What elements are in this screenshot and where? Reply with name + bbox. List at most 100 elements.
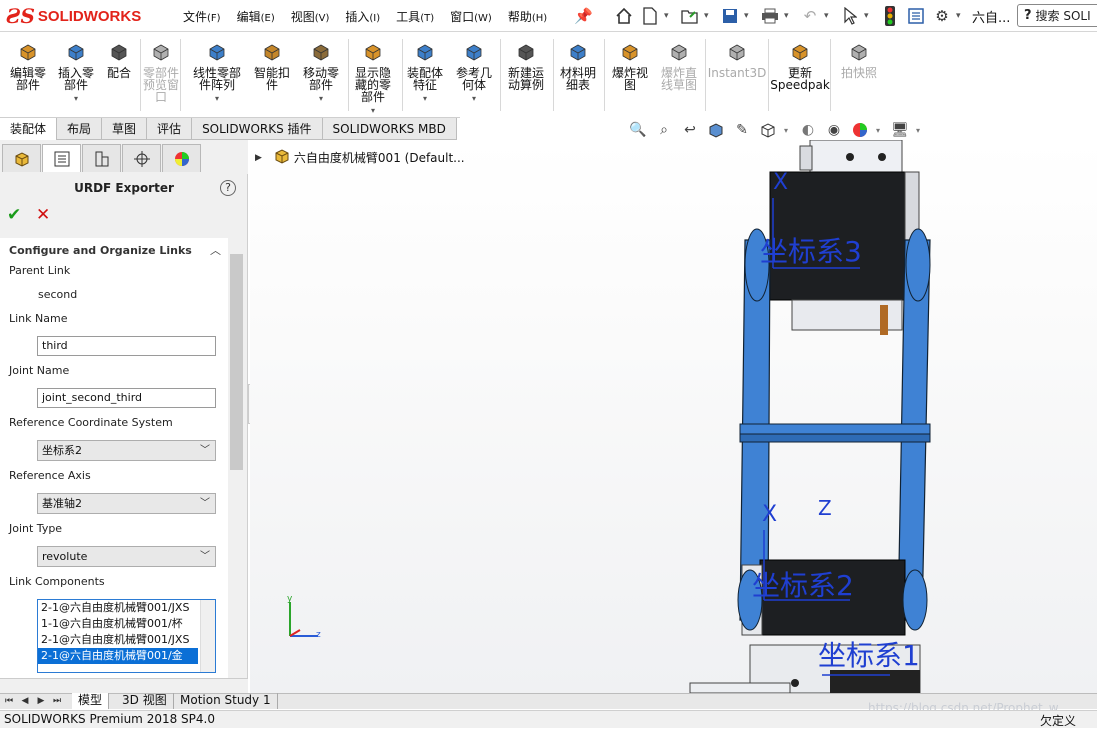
file-properties-icon[interactable]	[904, 4, 928, 28]
view-orientation-icon[interactable]	[758, 121, 778, 139]
select-arrow-icon[interactable]	[838, 4, 862, 28]
zoom-to-fit-icon[interactable]: 🔍	[628, 121, 648, 139]
ref-cs-select[interactable]: 坐标系2 ﹀	[37, 440, 216, 461]
dynamic-annotation-icon[interactable]: ✎	[732, 121, 752, 139]
solidworks-logo[interactable]: ƧS SOLIDWORKS	[6, 3, 156, 29]
ribbon-button-bill-of-materials[interactable]: 材料明 细表	[550, 41, 606, 91]
joint-type-select[interactable]: revolute ﹀	[37, 546, 216, 567]
menu-window[interactable]: 窗口(W)	[442, 8, 500, 25]
new-document-icon[interactable]	[638, 4, 662, 28]
hide-show-items-icon[interactable]: ◉	[824, 121, 844, 139]
collapse-group-icon[interactable]: ︿	[210, 242, 221, 258]
pin-menu-icon[interactable]: 📌	[574, 7, 593, 25]
ribbon-dropdown-icon[interactable]: ▾	[74, 93, 78, 105]
tab-motion-study[interactable]: Motion Study 1	[174, 693, 278, 709]
panel-resize-grip[interactable]	[0, 678, 248, 693]
new-dropdown-icon[interactable]: ▾	[664, 11, 676, 21]
menu-file[interactable]: 文件(F)	[175, 8, 229, 25]
undo-icon[interactable]: ↶	[798, 4, 822, 28]
open-dropdown-icon[interactable]: ▾	[704, 11, 716, 21]
tab-mbd[interactable]: SOLIDWORKS MBD	[322, 118, 457, 140]
search-box[interactable]: ? 搜索 SOLI	[1017, 4, 1097, 27]
select-dropdown-icon[interactable]: ▾	[864, 11, 876, 21]
tab-addins[interactable]: SOLIDWORKS 插件	[192, 118, 323, 140]
options-dropdown-icon[interactable]: ▾	[956, 11, 968, 21]
undo-dropdown-icon[interactable]: ▾	[824, 11, 836, 21]
view-settings-icon[interactable]: 🖥	[890, 121, 910, 139]
ribbon-button-preview-window[interactable]: 零部件 预览窗口	[133, 41, 189, 103]
save-icon[interactable]	[718, 4, 742, 28]
display-manager-tab-icon[interactable]	[162, 144, 201, 172]
print-icon[interactable]	[758, 4, 782, 28]
home-icon[interactable]	[612, 4, 636, 28]
save-dropdown-icon[interactable]: ▾	[744, 11, 756, 21]
dimxpert-manager-tab-icon[interactable]	[122, 144, 161, 172]
panel-scrollbar[interactable]	[228, 238, 245, 678]
zoom-to-area-icon[interactable]: ⌕	[654, 121, 674, 139]
joint-name-input[interactable]: joint_second_third	[37, 388, 216, 408]
ribbon-button-move-component[interactable]: 移动零 部件 ▾	[293, 41, 349, 105]
help-icon[interactable]: ?	[220, 180, 236, 196]
edit-appearance-icon[interactable]	[850, 121, 870, 139]
menu-view[interactable]: 视图(V)	[283, 8, 338, 25]
ribbon-button-explode-line-sketch[interactable]: 爆炸直 线草图	[651, 41, 707, 91]
ref-axis-select[interactable]: 基准轴2 ﹀	[37, 493, 216, 514]
tab-assembly[interactable]: 装配体	[0, 118, 58, 140]
cancel-button[interactable]: ✕	[36, 205, 50, 225]
ribbon-button-linear-pattern[interactable]: 线性零部 件阵列 ▾	[189, 41, 245, 105]
ribbon-button-reference-geometry[interactable]: 参考几 何体 ▾	[446, 41, 502, 105]
options-gear-icon[interactable]: ⚙	[930, 4, 954, 28]
list-item[interactable]: 2-1@六自由度机械臂001/JXS	[38, 600, 198, 616]
prev-tab-arrow-icon[interactable]: ◀	[18, 694, 32, 708]
ribbon-dropdown-icon[interactable]: ▾	[215, 93, 219, 105]
ribbon-dropdown-icon[interactable]: ▾	[472, 93, 476, 105]
feature-manager-tab-icon[interactable]	[2, 144, 41, 172]
view-settings-dropdown-icon[interactable]: ▾	[916, 126, 924, 135]
list-item-selected[interactable]: 2-1@六自由度机械臂001/金	[38, 648, 198, 664]
menu-edit[interactable]: 编辑(E)	[229, 8, 283, 25]
ribbon-button-smart-fasteners[interactable]: 智能扣件	[244, 41, 300, 91]
next-tab-arrow-icon[interactable]: ▶	[34, 694, 48, 708]
tab-model[interactable]: 模型	[72, 693, 110, 709]
open-folder-icon[interactable]	[678, 4, 702, 28]
ribbon-dropdown-icon[interactable]: ▾	[371, 105, 375, 117]
view-orientation-dropdown-icon[interactable]: ▾	[784, 126, 792, 135]
ribbon-button-new-motion-study[interactable]: 新建运 动算例	[498, 41, 554, 91]
rebuild-traffic-light-icon[interactable]	[878, 4, 902, 28]
tab-sketch[interactable]: 草图	[102, 118, 148, 140]
menu-tools[interactable]: 工具(T)	[388, 8, 442, 25]
feature-tree-root[interactable]: ▶ 六自由度机械臂001 (Default...	[255, 148, 465, 167]
previous-view-icon[interactable]: ↩	[680, 121, 700, 139]
scrollbar-thumb[interactable]	[230, 254, 243, 470]
menu-insert[interactable]: 插入(I)	[337, 8, 388, 25]
link-components-list[interactable]: 2-1@六自由度机械臂001/JXS 1-1@六自由度机械臂001/杯 2-1@…	[37, 599, 216, 673]
ribbon-dropdown-icon[interactable]: ▾	[319, 93, 323, 105]
ribbon-button-show-hidden[interactable]: 显示隐 藏的零 部件 ▾	[345, 41, 401, 117]
coordinate-system-3-label[interactable]: 坐标系3	[760, 230, 862, 270]
print-dropdown-icon[interactable]: ▾	[784, 11, 796, 21]
ribbon-button-snapshot[interactable]: 拍快照	[831, 41, 887, 79]
coordinate-system-2-label[interactable]: 坐标系2	[752, 564, 854, 604]
display-style-icon[interactable]: ◐	[798, 121, 818, 139]
coordinate-system-1-label[interactable]: 坐标系1	[818, 634, 920, 674]
last-tab-arrow-icon[interactable]: ⏭	[50, 694, 64, 708]
ribbon-button-assembly-features[interactable]: 装配体 特征 ▾	[397, 41, 453, 105]
first-tab-arrow-icon[interactable]: ⏮	[2, 694, 16, 708]
ribbon-button-instant3d[interactable]: Instant3D	[708, 41, 766, 79]
appearance-dropdown-icon[interactable]: ▾	[876, 126, 884, 135]
configuration-manager-tab-icon[interactable]	[82, 144, 121, 172]
section-view-icon[interactable]	[706, 121, 726, 139]
link-name-input[interactable]: third	[37, 336, 216, 356]
tab-layout[interactable]: 布局	[57, 118, 103, 140]
tab-3d-view[interactable]: 3D 视图	[116, 693, 174, 709]
list-item[interactable]: 1-1@六自由度机械臂001/杯	[38, 616, 198, 632]
ribbon-button-speedpak[interactable]: 更新 Speedpak	[770, 41, 830, 91]
ribbon-dropdown-icon[interactable]: ▾	[423, 93, 427, 105]
list-scrollbar[interactable]	[200, 600, 215, 672]
ribbon-button-exploded-view[interactable]: 爆炸视图	[602, 41, 658, 91]
expand-arrow-icon[interactable]: ▶	[255, 153, 262, 163]
tab-evaluate[interactable]: 评估	[147, 118, 193, 140]
property-manager-tab-icon[interactable]	[42, 144, 81, 172]
list-item[interactable]: 2-1@六自由度机械臂001/JXS	[38, 632, 198, 648]
menu-help[interactable]: 帮助(H)	[500, 8, 555, 25]
